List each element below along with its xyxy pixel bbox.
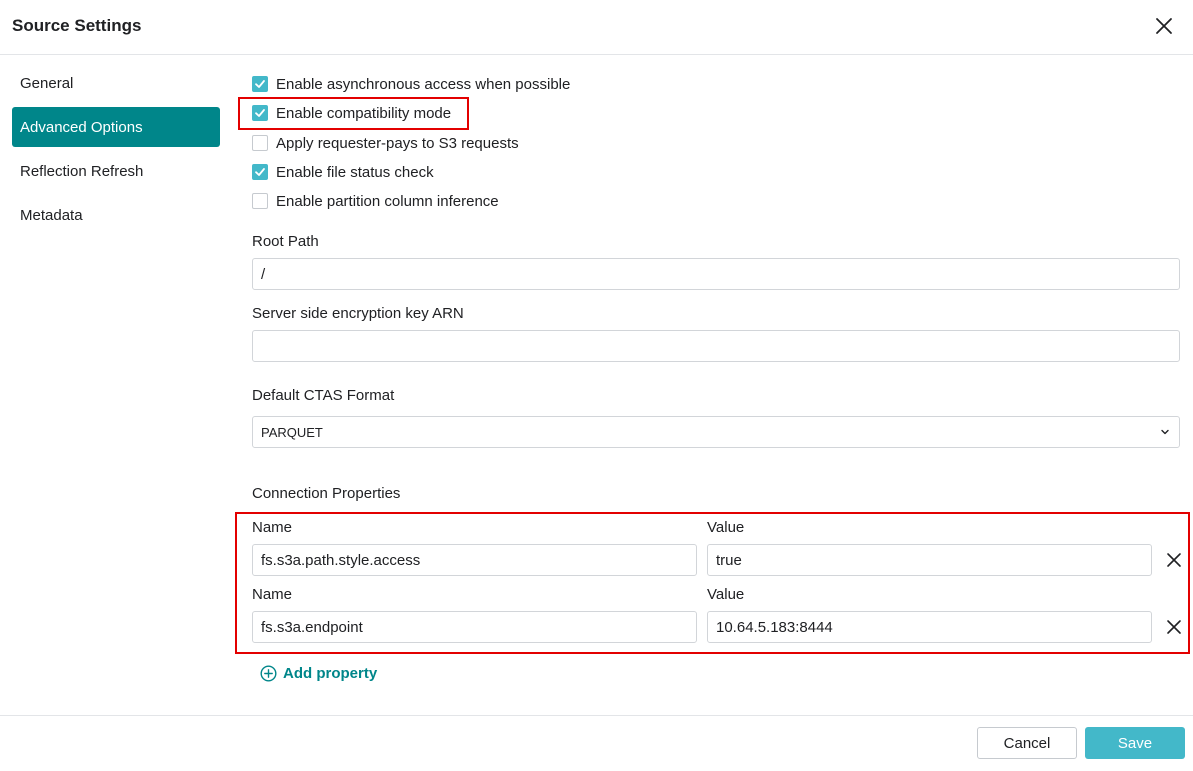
ctas-format-label: Default CTAS Format [252,387,395,404]
ctas-format-select[interactable]: PARQUET [252,416,1180,448]
root-path-input[interactable]: / [252,258,1180,290]
property-name-input[interactable]: fs.s3a.path.style.access [252,544,697,576]
root-path-value: / [261,265,266,283]
sidebar-item-reflection-refresh[interactable]: Reflection Refresh [12,151,220,191]
close-icon[interactable] [1152,14,1176,38]
sidebar: General Advanced Options Reflection Refr… [12,63,220,239]
remove-property-icon[interactable] [1164,617,1184,637]
property-value-input[interactable]: true [707,544,1152,576]
dialog-header: Source Settings [0,0,1193,55]
checkbox-partition-inference[interactable] [252,193,268,209]
checkbox-file-status-check[interactable] [252,164,268,180]
connection-properties-label: Connection Properties [252,485,401,502]
property-value-label: Value [707,519,745,536]
sidebar-item-advanced-options[interactable]: Advanced Options [12,107,220,147]
checkbox-requester-pays[interactable] [252,135,268,151]
property-value-input[interactable]: 10.64.5.183:8444 [707,611,1152,643]
property-name-label: Name [252,519,293,536]
property-name-value: fs.s3a.path.style.access [261,551,421,569]
encryption-key-input[interactable] [252,330,1180,362]
property-value-label: Value [707,586,745,603]
sidebar-item-metadata[interactable]: Metadata [12,195,220,235]
property-value-value: 10.64.5.183:8444 [716,618,833,636]
highlight-box [238,97,469,130]
cancel-button[interactable]: Cancel [977,727,1077,759]
sidebar-item-label: Metadata [20,206,83,224]
option-label: Enable asynchronous access when possible [276,75,571,93]
option-partition-inference: Enable partition column inference [252,190,499,212]
dialog-title: Source Settings [12,16,142,35]
save-button[interactable]: Save [1085,727,1185,759]
add-property-label: Add property [283,665,378,682]
check-icon [255,168,265,176]
sidebar-item-general[interactable]: General [12,63,220,103]
checkbox-async-access[interactable] [252,76,268,92]
chevron-down-icon [1161,429,1169,435]
sidebar-item-label: Advanced Options [20,118,143,136]
plus-circle-icon [260,665,277,682]
property-value-value: true [716,551,742,569]
property-name-label: Name [252,586,293,603]
add-property-button[interactable]: Add property [260,665,377,682]
option-requester-pays: Apply requester-pays to S3 requests [252,132,519,154]
sidebar-item-label: General [20,74,74,92]
root-path-label: Root Path [252,233,319,250]
option-label: Enable partition column inference [276,192,499,210]
ctas-format-value: PARQUET [261,424,323,440]
property-name-value: fs.s3a.endpoint [261,618,363,636]
option-label: Apply requester-pays to S3 requests [276,134,519,152]
option-async-access: Enable asynchronous access when possible [252,73,570,95]
option-label: Enable file status check [276,163,434,181]
sidebar-item-label: Reflection Refresh [20,162,144,180]
encryption-key-label: Server side encryption key ARN [252,305,464,322]
remove-property-icon[interactable] [1164,550,1184,570]
check-icon [255,80,265,88]
property-name-input[interactable]: fs.s3a.endpoint [252,611,697,643]
option-file-status-check: Enable file status check [252,161,434,183]
